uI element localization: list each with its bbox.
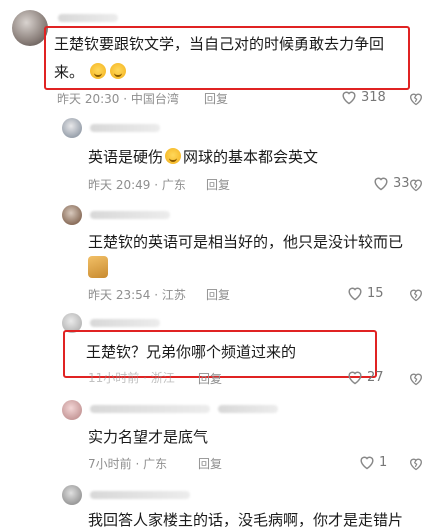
comment-text: 王楚钦的英语可是相当好的，他只是没计较而已 [88,233,404,251]
like-button[interactable]: 27 [346,369,384,385]
like-count: 15 [367,285,384,301]
heart-outline-icon [374,177,388,191]
username[interactable] [90,319,160,327]
username[interactable] [90,124,160,132]
username[interactable] [90,405,210,413]
comment-text: 王楚钦？兄弟你哪个频道过来的 [86,343,297,361]
comment-text: 实力名望才是底气 [88,428,209,446]
heart-outline-icon [348,287,362,301]
like-button[interactable]: 318 [340,89,386,105]
heart-outline-icon [342,91,356,105]
thinking-emoji-icon [110,63,127,79]
reply-button[interactable]: 回复 [204,90,228,107]
reply-button[interactable]: 回复 [198,455,222,472]
username[interactable] [58,14,118,22]
thinking-emoji-icon [90,63,107,79]
heart-outline-icon [348,371,362,385]
like-button[interactable]: 15 [346,285,384,301]
doge-emoji-icon [88,256,108,278]
comment-text: 王楚钦要跟钦文学，当自己对的时候勇敢去力争回 [54,35,385,53]
comment-meta: 11小时前 · 浙江 [88,371,175,385]
avatar[interactable] [62,400,82,420]
comment-meta: 昨天 20:49 · 广东 [88,178,186,192]
laughing-emoji-icon [165,148,182,164]
broken-heart-icon[interactable] [408,455,424,472]
username-extra [218,405,278,413]
comment-text: 我回答人家楼主的话，没毛病啊，你才是走错片 [88,511,404,529]
username[interactable] [90,491,190,499]
like-button[interactable]: 1 [358,454,387,470]
like-count: 27 [367,369,384,385]
comment-text-line2: 来。 [54,60,127,84]
broken-heart-icon[interactable] [408,176,424,193]
like-button[interactable]: 33 [372,175,410,191]
username[interactable] [90,211,170,219]
avatar[interactable] [62,485,82,505]
avatar[interactable] [62,118,82,138]
reply-button[interactable]: 回复 [198,370,222,387]
like-count: 318 [361,89,386,105]
comment-meta: 昨天 20:30 · 中国台湾 [57,92,179,106]
avatar[interactable] [62,205,82,225]
comment-meta: 昨天 23:54 · 江苏 [88,288,186,302]
reply-button[interactable]: 回复 [206,286,230,303]
comment-meta: 7小时前 · 广东 [88,457,168,471]
heart-outline-icon [360,456,374,470]
reply-button[interactable]: 回复 [206,176,230,193]
broken-heart-icon[interactable] [408,286,424,303]
comment-text: 英语是硬伤 网球的基本都会英文 [88,148,319,166]
like-count: 1 [379,454,388,470]
broken-heart-icon[interactable] [408,90,424,107]
avatar[interactable] [12,10,48,46]
broken-heart-icon[interactable] [408,370,424,387]
